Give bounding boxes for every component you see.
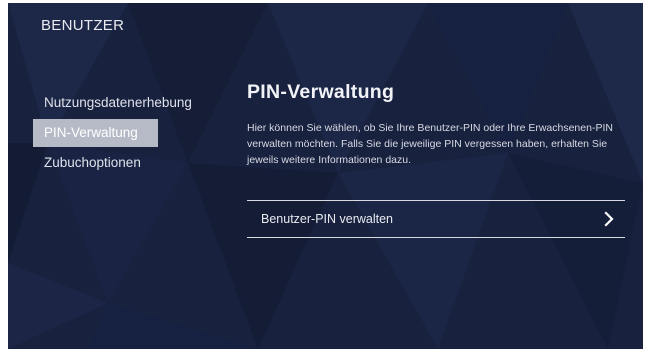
sidebar-item-pin-verwaltung[interactable]: PIN-Verwaltung — [33, 119, 158, 147]
chevron-right-icon — [604, 211, 614, 227]
content-description: Hier können Sie wählen, ob Sie Ihre Benu… — [247, 122, 613, 166]
sidebar-menu: Nutzungsdatenerhebung PIN-Verwaltung Zub… — [33, 89, 218, 179]
manage-user-pin-button[interactable]: Benutzer-PIN verwalten — [247, 200, 625, 238]
main-content: PIN-Verwaltung Hier können Sie wählen, o… — [247, 81, 627, 238]
tv-screen: BENUTZER Nutzungsdatenerhebung PIN-Verwa… — [8, 3, 643, 349]
sidebar-item-zubuchoptionen[interactable]: Zubuchoptionen — [33, 149, 218, 177]
sidebar-item-nutzungsdatenerhebung[interactable]: Nutzungsdatenerhebung — [33, 89, 218, 117]
manage-user-pin-label: Benutzer-PIN verwalten — [261, 212, 394, 226]
content-title: PIN-Verwaltung — [247, 81, 395, 103]
page-header-title: BENUTZER — [41, 17, 125, 34]
